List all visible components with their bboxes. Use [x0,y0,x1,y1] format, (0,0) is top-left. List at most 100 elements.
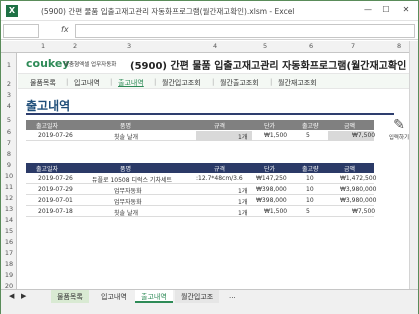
brand-tagline: 맞춤형엑셀 업무자동화 [64,62,117,68]
cell-date[interactable]: 2019-07-18 [38,208,73,215]
col-header[interactable]: 3 [127,42,131,50]
cell-date[interactable]: 2019-07-29 [38,186,73,193]
cell-price[interactable]: ₩147,250 [256,175,287,182]
cell-spec[interactable]: :12.7*48cm/3.6 [196,175,243,182]
col-header[interactable]: 8 [397,42,401,50]
header-item: 품명 [120,123,132,130]
name-box[interactable] [3,24,39,38]
nav-item-inbound[interactable]: 입고내역 [74,78,100,88]
nav-separator: | [270,78,273,86]
col-header[interactable]: 4 [213,42,217,50]
input-table-row[interactable]: 2019-07-26 칫솔 날개 1개 ₩1,500 5 ₩7,500 [26,131,375,141]
cell-date[interactable]: 2019-07-26 [38,132,73,139]
row-header[interactable]: 18 [1,260,17,268]
header-qty: 출고량 [302,166,319,173]
table-row[interactable]: 2019-07-01 업무자동화 1개 ₩398,000 10 ₩3,980,0… [26,196,376,206]
input-table-header: 출고일자 품명 규격 단가 출고량 금액 [26,120,374,130]
nav-item-product-list[interactable]: 물품목록 [30,78,56,88]
cell-item[interactable]: 업무자동화 [114,197,142,206]
col-header[interactable]: 5 [263,42,267,50]
cell-qty[interactable]: 5 [306,208,310,215]
cell-qty[interactable]: 5 [306,132,310,139]
cell-qty[interactable]: 10 [306,186,314,193]
row-header[interactable]: 13 [1,205,17,213]
nav-separator: | [154,78,157,86]
nav-item-monthly-stock[interactable]: 월간재고조회 [278,78,317,88]
header-date: 출고일자 [36,166,59,173]
cell-qty[interactable]: 10 [306,197,314,204]
cell-spec[interactable]: 1개 [238,132,247,141]
col-header[interactable]: 7 [351,42,355,50]
row-header[interactable]: 16 [1,238,17,246]
close-icon[interactable]: ✕ [397,3,415,17]
cell-price[interactable]: ₩398,000 [256,197,287,204]
nav-separator: | [66,78,69,86]
cell-price[interactable]: ₩1,500 [264,132,287,139]
row-header[interactable]: 3 [1,91,17,99]
sheet-tabs: ◀ ▶ 물품목록 입고내역 출고내역 월간입고조 ... [1,289,418,303]
col-header[interactable]: 2 [73,42,77,50]
cell-price[interactable]: ₩1,500 [264,208,287,215]
row-header[interactable]: 5 [1,116,17,124]
cell-spec[interactable]: 1개 [238,197,247,206]
section-divider [26,113,394,115]
table-row[interactable]: 2019-07-18 칫솔 날개 1개 ₩1,500 5 ₩7,500 [26,207,375,217]
input-button[interactable]: ✎ 입력하기 [388,117,409,151]
header-item: 품명 [120,166,132,173]
row-header[interactable]: 17 [1,249,17,257]
row-header[interactable]: 10 [1,172,17,180]
header-spec: 규격 [214,123,226,130]
tab-monthly-inbound[interactable]: 월간입고조 [175,290,220,303]
row-header[interactable]: 19 [1,271,17,279]
cell-amount[interactable]: ₩7,500 [352,208,375,215]
cell-amount[interactable]: ₩1,472,500 [340,175,376,182]
nav-item-monthly-inbound[interactable]: 월간입고조회 [162,78,201,88]
cell-amount[interactable]: ₩3,980,000 [340,186,376,193]
table-row[interactable]: 2019-07-29 업무자동화 1개 ₩398,000 10 ₩3,980,0… [26,185,376,195]
cell-spec[interactable]: 1개 [238,186,247,195]
cell-date[interactable]: 2019-07-26 [38,175,73,182]
restore-icon[interactable]: ☐ [377,3,395,17]
cell-item[interactable]: 칫솔 날개 [114,132,138,141]
col-header[interactable]: 6 [309,42,313,50]
tab-outbound[interactable]: 출고내역 [135,290,173,303]
row-header[interactable]: 9 [1,161,17,169]
tab-inbound[interactable]: 입고내역 [95,290,133,303]
row-header[interactable]: 8 [1,150,17,158]
vertical-scrollbar[interactable] [409,41,418,289]
nav-separator: | [110,78,113,86]
cell-date[interactable]: 2019-07-01 [38,197,73,204]
table-row[interactable]: 2019-07-26 듀플로 10508 디럭스 기차세트 :12.7*48cm… [26,174,376,184]
cell-qty[interactable]: 10 [306,175,314,182]
row-header[interactable]: 4 [1,102,17,110]
row-header[interactable]: 12 [1,194,17,202]
cell-amount[interactable]: ₩3,980,000 [340,197,376,204]
row-header[interactable]: 7 [1,139,17,147]
cell-spec[interactable]: 1개 [238,208,247,217]
row-header[interactable]: 2 [1,80,17,88]
header-amount: 금액 [344,123,356,130]
nav-item-monthly-outbound[interactable]: 월간출고조회 [220,78,259,88]
window-title: (5900) 간편 물품 입출고재고관리 자동화프로그램(월간재고확인).xls… [41,7,295,16]
row-header[interactable]: 14 [1,216,17,224]
cell-item[interactable]: 업무자동화 [114,186,142,195]
tab-scroll-right-icon[interactable]: ▶ [15,290,32,303]
formula-input[interactable] [75,24,415,38]
fx-icon[interactable]: fx [61,25,69,34]
list-table-header: 출고일자 품명 규격 단가 출고량 금액 [26,163,374,173]
tab-more[interactable]: ... [223,290,242,303]
row-header[interactable]: 1 [1,61,17,69]
cell-item[interactable]: 칫솔 날개 [114,208,138,217]
column-headers: 1 2 3 4 5 6 7 8 [1,41,418,53]
minimize-icon[interactable]: — [359,3,377,17]
row-header[interactable]: 11 [1,183,17,191]
row-header[interactable]: 6 [1,128,17,136]
tab-product-list[interactable]: 물품목록 [51,290,89,303]
nav-item-outbound[interactable]: 출고내역 [118,78,144,88]
header-amount: 금액 [344,166,356,173]
cell-amount[interactable]: ₩7,500 [352,132,375,139]
row-header[interactable]: 15 [1,227,17,235]
col-header[interactable]: 1 [41,42,45,50]
cell-item[interactable]: 듀플로 10508 디럭스 기차세트 [92,175,172,184]
cell-price[interactable]: ₩398,000 [256,186,287,193]
